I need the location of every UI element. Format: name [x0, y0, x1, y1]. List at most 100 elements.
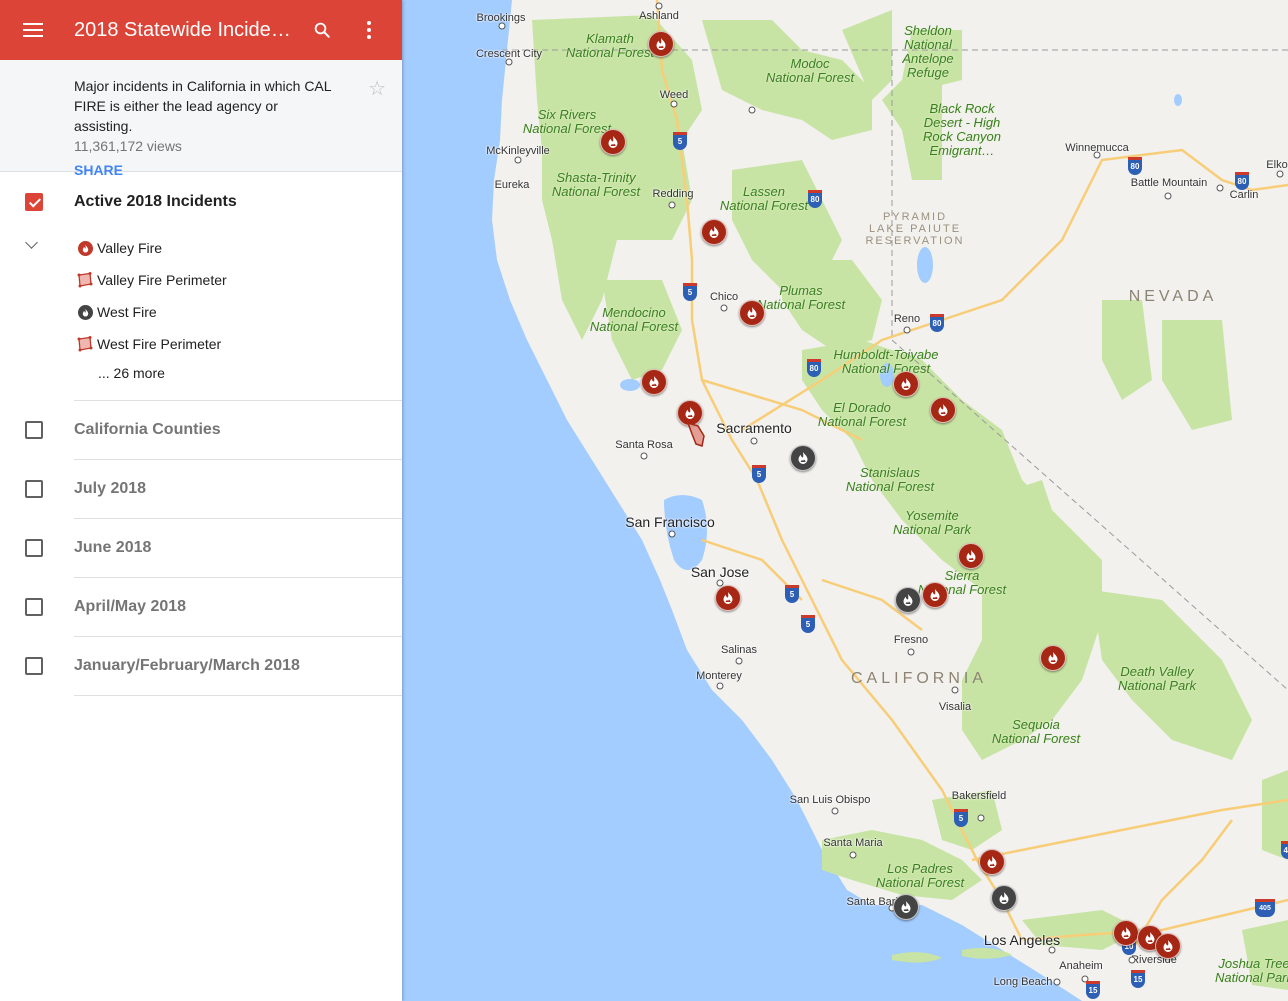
layer-item-west-fire-perimeter[interactable]: West Fire Perimeter	[0, 328, 402, 360]
channel-islands	[892, 947, 1012, 963]
fire-marker-active[interactable]	[958, 543, 984, 569]
park-label: Shasta-Trinity National Forest	[551, 170, 641, 199]
map-canvas[interactable]: Brookings Ashland Crescent City Weed McKinle…	[402, 0, 1288, 1001]
city-dot	[748, 106, 756, 114]
more-vert-icon	[367, 21, 371, 39]
fire-red-icon	[77, 240, 93, 256]
fire-marker-active[interactable]	[648, 31, 674, 57]
city-dot	[1053, 978, 1061, 986]
fire-marker-contained[interactable]	[991, 885, 1017, 911]
city-label: McKinleyville	[486, 145, 550, 157]
map-title: 2018 Statewide Inciden…	[74, 18, 300, 41]
city-label: Carlin	[1229, 189, 1259, 201]
city-label: Santa Maria	[823, 837, 883, 849]
fire-marker-contained[interactable]	[790, 445, 816, 471]
city-dot	[720, 304, 728, 312]
fire-marker-active[interactable]	[930, 397, 956, 423]
view-count: 11,361,172 views	[74, 138, 182, 154]
layer-july-2018: July 2018	[0, 460, 402, 519]
city-dot	[750, 437, 758, 445]
fire-marker-contained[interactable]	[893, 894, 919, 920]
city-dot	[1048, 946, 1056, 954]
park-label: El Dorado National Forest	[817, 400, 907, 429]
park-label: Lassen National Forest	[719, 184, 809, 213]
park-label: Modoc National Forest	[765, 56, 855, 85]
city-label: Monterey	[696, 670, 742, 682]
city-dot	[1164, 192, 1172, 200]
layer-title: June 2018	[74, 539, 152, 556]
layer-checkbox-jan-feb-mar-2018[interactable]	[25, 657, 43, 675]
region-label: CALIFORNIA	[850, 670, 988, 687]
layer-item-valley-fire[interactable]: Valley Fire	[0, 232, 402, 264]
search-button[interactable]	[300, 0, 344, 60]
highway-shield: 15	[1131, 970, 1145, 988]
park-label: Plumas National Forest	[756, 283, 846, 312]
highway-shield: 80	[807, 359, 821, 377]
city-dot	[907, 648, 915, 656]
more-options-button[interactable]	[344, 0, 394, 60]
highway-shield: 15	[1086, 981, 1100, 999]
fire-marker-active[interactable]	[600, 129, 626, 155]
star-outline-icon[interactable]: ☆	[368, 76, 386, 101]
hamburger-menu-icon	[23, 23, 43, 37]
valley-fire-perimeter-shape[interactable]	[684, 420, 708, 450]
city-dot	[668, 530, 676, 538]
park-label: Death Valley National Park	[1117, 664, 1197, 693]
park-label: Mendocino National Forest	[589, 305, 679, 334]
layer-checkbox-june-2018[interactable]	[25, 539, 43, 557]
layer-checkbox-july-2018[interactable]	[25, 480, 43, 498]
fire-marker-active[interactable]	[739, 300, 765, 326]
highway-shield: 5	[683, 283, 697, 301]
fire-marker-active[interactable]	[1040, 645, 1066, 671]
city-label: Visalia	[938, 701, 972, 713]
show-more-link[interactable]: ... 26 more	[0, 360, 402, 386]
city-label: Weed	[659, 89, 689, 101]
search-icon	[314, 22, 330, 38]
fire-marker-active[interactable]	[1113, 920, 1139, 946]
highway-shield: 5	[752, 465, 766, 483]
city-label: San Luis Obispo	[789, 794, 871, 806]
fire-marker-contained[interactable]	[895, 587, 921, 613]
city-label: Anaheim	[1059, 960, 1103, 972]
fire-marker-active[interactable]	[641, 369, 667, 395]
menu-button[interactable]	[0, 0, 66, 60]
layer-california-counties: California Counties	[0, 401, 402, 460]
fire-marker-active[interactable]	[922, 582, 948, 608]
fire-marker-active[interactable]	[701, 219, 727, 245]
layer-item-west-fire[interactable]: West Fire	[0, 296, 402, 328]
city-dot	[655, 2, 663, 10]
city-dot	[670, 100, 678, 108]
layer-item-label: West Fire Perimeter	[97, 336, 222, 352]
fire-marker-active[interactable]	[979, 849, 1005, 875]
fire-marker-active[interactable]	[1155, 933, 1181, 959]
city-label: Los Angeles	[983, 932, 1061, 948]
city-label: Eureka	[494, 179, 530, 191]
park-label: Klamath National Forest	[565, 31, 655, 60]
layer-june-2018: June 2018	[0, 519, 402, 578]
layer-checkbox-april-may-2018[interactable]	[25, 598, 43, 616]
sidebar: 2018 Statewide Inciden… Major incidents …	[0, 0, 402, 1001]
highway-shield: 40	[1281, 841, 1288, 859]
city-dot	[849, 851, 857, 859]
park-label: Yosemite National Park	[892, 508, 972, 537]
layer-checkbox-california-counties[interactable]	[25, 421, 43, 439]
map-description-panel: Major incidents in California in which C…	[0, 60, 402, 178]
layer-jan-feb-mar-2018: January/February/March 2018	[0, 637, 402, 696]
layer-checkbox-active-2018-incidents[interactable]	[25, 193, 43, 211]
highway-shield: 405	[1255, 899, 1275, 917]
fire-marker-active[interactable]	[893, 371, 919, 397]
layer-item-valley-fire-perimeter[interactable]: Valley Fire Perimeter	[0, 264, 402, 296]
city-dot	[1128, 956, 1136, 964]
polygon-icon	[77, 272, 93, 288]
layer-item-label: West Fire	[97, 304, 157, 320]
park-label: Humboldt-Toiyabe National Forest	[833, 347, 939, 376]
highway-shield: 80	[808, 190, 822, 208]
city-label: Reno	[893, 313, 921, 325]
city-label: Salinas	[720, 644, 758, 656]
highway-shield: 80	[1128, 157, 1142, 175]
park-label: Joshua Tree National Park	[1214, 956, 1288, 985]
fire-gray-icon	[77, 304, 93, 320]
fire-marker-active[interactable]	[715, 585, 741, 611]
park-label: Six Rivers National Forest	[522, 107, 612, 136]
layer-item-label: Valley Fire Perimeter	[97, 272, 227, 288]
